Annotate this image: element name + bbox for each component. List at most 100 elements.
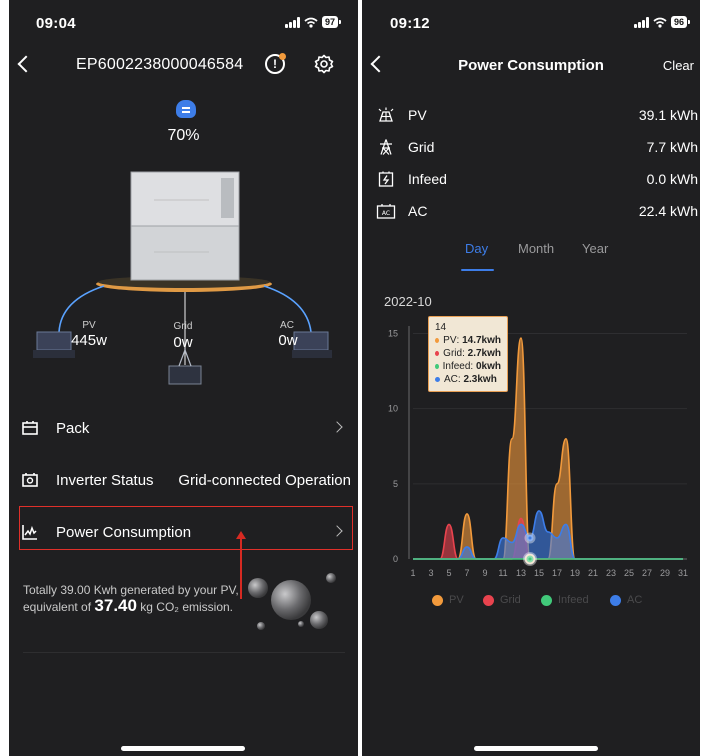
status-time: 09:04 [36, 15, 76, 32]
x-tick-label: 17 [552, 568, 562, 578]
legend-infeed[interactable]: Infeed [541, 594, 589, 606]
stat-value: 22.4 kWh [638, 203, 698, 219]
tooltip-row-infeed: Infeed: 0kwh [435, 360, 501, 373]
legend-ac[interactable]: AC [610, 594, 642, 606]
stat-value: 0.0 kWh [646, 171, 698, 187]
signal-icon [285, 16, 300, 28]
y-tick-label: 15 [388, 329, 398, 339]
x-tick-label: 9 [482, 568, 487, 578]
x-tick-label: 15 [534, 568, 544, 578]
chart-line-icon [22, 525, 37, 540]
inverter-status-label: Inverter Status [56, 471, 154, 489]
grid-tower-icon [380, 139, 392, 155]
alert-icon[interactable]: ! [265, 53, 286, 74]
battery-soc: 70% [167, 127, 200, 144]
signal-icon [634, 16, 649, 28]
x-tick-label: 27 [642, 568, 652, 578]
bubbles-illustration [248, 573, 336, 630]
system-diagram [33, 171, 332, 385]
chart-tooltip: 14 PV: 14.7kwh Grid: 2.7kwh Infeed: 0kwh… [428, 316, 508, 392]
tooltip-title: 14 [435, 322, 447, 333]
back-button[interactable] [17, 55, 35, 73]
tooltip-row-pv: PV: 14.7kwh [435, 334, 501, 347]
highlight-point-infeed [524, 553, 536, 565]
wifi-icon [653, 17, 667, 28]
clear-button[interactable]: Clear [663, 58, 694, 73]
x-tick-label: 21 [588, 568, 598, 578]
x-tick-label: 29 [660, 568, 670, 578]
status-icons: 96 [634, 16, 691, 28]
status-icons: 97 [285, 16, 342, 28]
device-title: EP6002238000046584 [76, 56, 244, 73]
svg-text:AC: AC [382, 210, 390, 217]
stat-value: 7.7 kWh [646, 139, 698, 155]
y-tick-label: 10 [388, 404, 398, 414]
stat-row-ac: AC AC 22.4 kWh [376, 200, 698, 222]
legend-pv[interactable]: PV [432, 594, 464, 606]
inverter-status-row: Inverter Status Grid-connected Operation [21, 464, 351, 496]
chevron-right-icon [331, 421, 343, 433]
tooltip-row-ac: AC: 2.3kwh [435, 373, 501, 386]
x-tick-label: 7 [464, 568, 469, 578]
x-tick-label: 31 [678, 568, 688, 578]
stat-label: AC [408, 203, 428, 219]
x-tick-label: 23 [606, 568, 616, 578]
power-consumption-label: Power Consumption [56, 523, 192, 541]
y-tick-label: 0 [393, 554, 398, 564]
pv-node-value: 445w [71, 332, 107, 349]
consumption-chart[interactable]: 0510151 3 5 7 9 11 13 15 17 19 21 23 25 27 29 31 [362, 310, 700, 590]
divider [23, 652, 345, 653]
home-indicator [121, 746, 245, 751]
battery-indicator: 97 [322, 16, 342, 28]
page-title: Power Consumption [458, 57, 604, 74]
pack-label: Pack [56, 419, 90, 437]
infeed-icon [378, 171, 394, 187]
stat-value: 39.1 kWh [638, 107, 698, 123]
inverter-status-value: Grid-connected Operation [178, 471, 351, 489]
x-tick-label: 25 [624, 568, 634, 578]
generation-summary: Totally 39.00 Kwh generated by your PV, … [23, 583, 239, 615]
stat-row-infeed: Infeed 0.0 kWh [376, 168, 698, 190]
active-tab-indicator [461, 269, 494, 271]
grid-node-label: Grid [173, 321, 193, 332]
battery-indicator: 96 [671, 16, 691, 28]
device-screen: 09:04 97 EP6002238000046584 ! 70% PV 445… [9, 0, 358, 756]
solar-panel-icon [378, 107, 394, 122]
tab-month[interactable]: Month [518, 241, 554, 256]
legend-grid[interactable]: Grid [483, 594, 521, 606]
inverter-icon [22, 473, 38, 487]
x-tick-label: 13 [516, 568, 526, 578]
stat-label: Infeed [408, 171, 447, 187]
status-time: 09:12 [390, 15, 430, 32]
x-tick-label: 1 [410, 568, 415, 578]
pack-row[interactable]: Pack [21, 412, 351, 444]
grid-node-value: 0w [173, 334, 193, 351]
home-indicator [474, 746, 598, 751]
pv-node-label: PV [82, 320, 96, 331]
stat-row-grid: Grid 7.7 kWh [376, 136, 698, 158]
highlight-point-ac [524, 532, 536, 544]
co2-value: 37.40 [94, 596, 137, 615]
ac-outlet-icon: AC [376, 204, 396, 219]
y-tick-label: 5 [393, 479, 398, 489]
x-tick-label: 5 [446, 568, 451, 578]
ac-node-label: AC [280, 320, 294, 331]
period-label: 2022-10 [384, 294, 432, 309]
tab-year[interactable]: Year [582, 241, 608, 256]
gear-icon[interactable] [314, 54, 334, 74]
tooltip-row-grid: Grid: 2.7kwh [435, 347, 501, 360]
x-tick-label: 3 [428, 568, 433, 578]
power-consumption-row[interactable]: Power Consumption [21, 516, 351, 548]
battery-soc-icon [176, 100, 196, 118]
stat-row-pv: PV 39.1 kWh [376, 104, 698, 126]
pack-icon [22, 421, 38, 435]
tab-day[interactable]: Day [465, 241, 488, 256]
stat-label: Grid [408, 139, 435, 155]
chevron-right-icon [331, 525, 343, 537]
stat-label: PV [408, 107, 427, 123]
wifi-icon [304, 17, 318, 28]
ac-node-value: 0w [278, 332, 298, 349]
x-tick-label: 11 [498, 568, 507, 578]
power-consumption-screen: 09:12 96 Power Consumption Clear PV 39.1… [362, 0, 700, 756]
x-tick-label: 19 [570, 568, 580, 578]
